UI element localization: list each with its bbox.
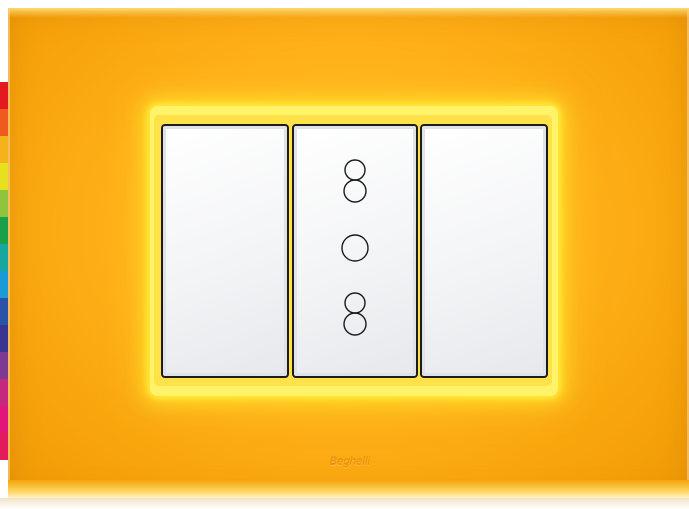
- plate-bottom-edge: [8, 480, 689, 498]
- socket-module: [292, 124, 418, 378]
- plate-shadow: [0, 498, 689, 509]
- bipasso-socket-icon: [343, 292, 367, 336]
- brand-logo: Beghelli: [329, 456, 371, 468]
- blank-button-left[interactable]: [161, 124, 289, 378]
- blank-button-right[interactable]: [420, 124, 548, 378]
- round-socket-icon: [341, 234, 369, 262]
- bipasso-socket-icon: [343, 159, 367, 203]
